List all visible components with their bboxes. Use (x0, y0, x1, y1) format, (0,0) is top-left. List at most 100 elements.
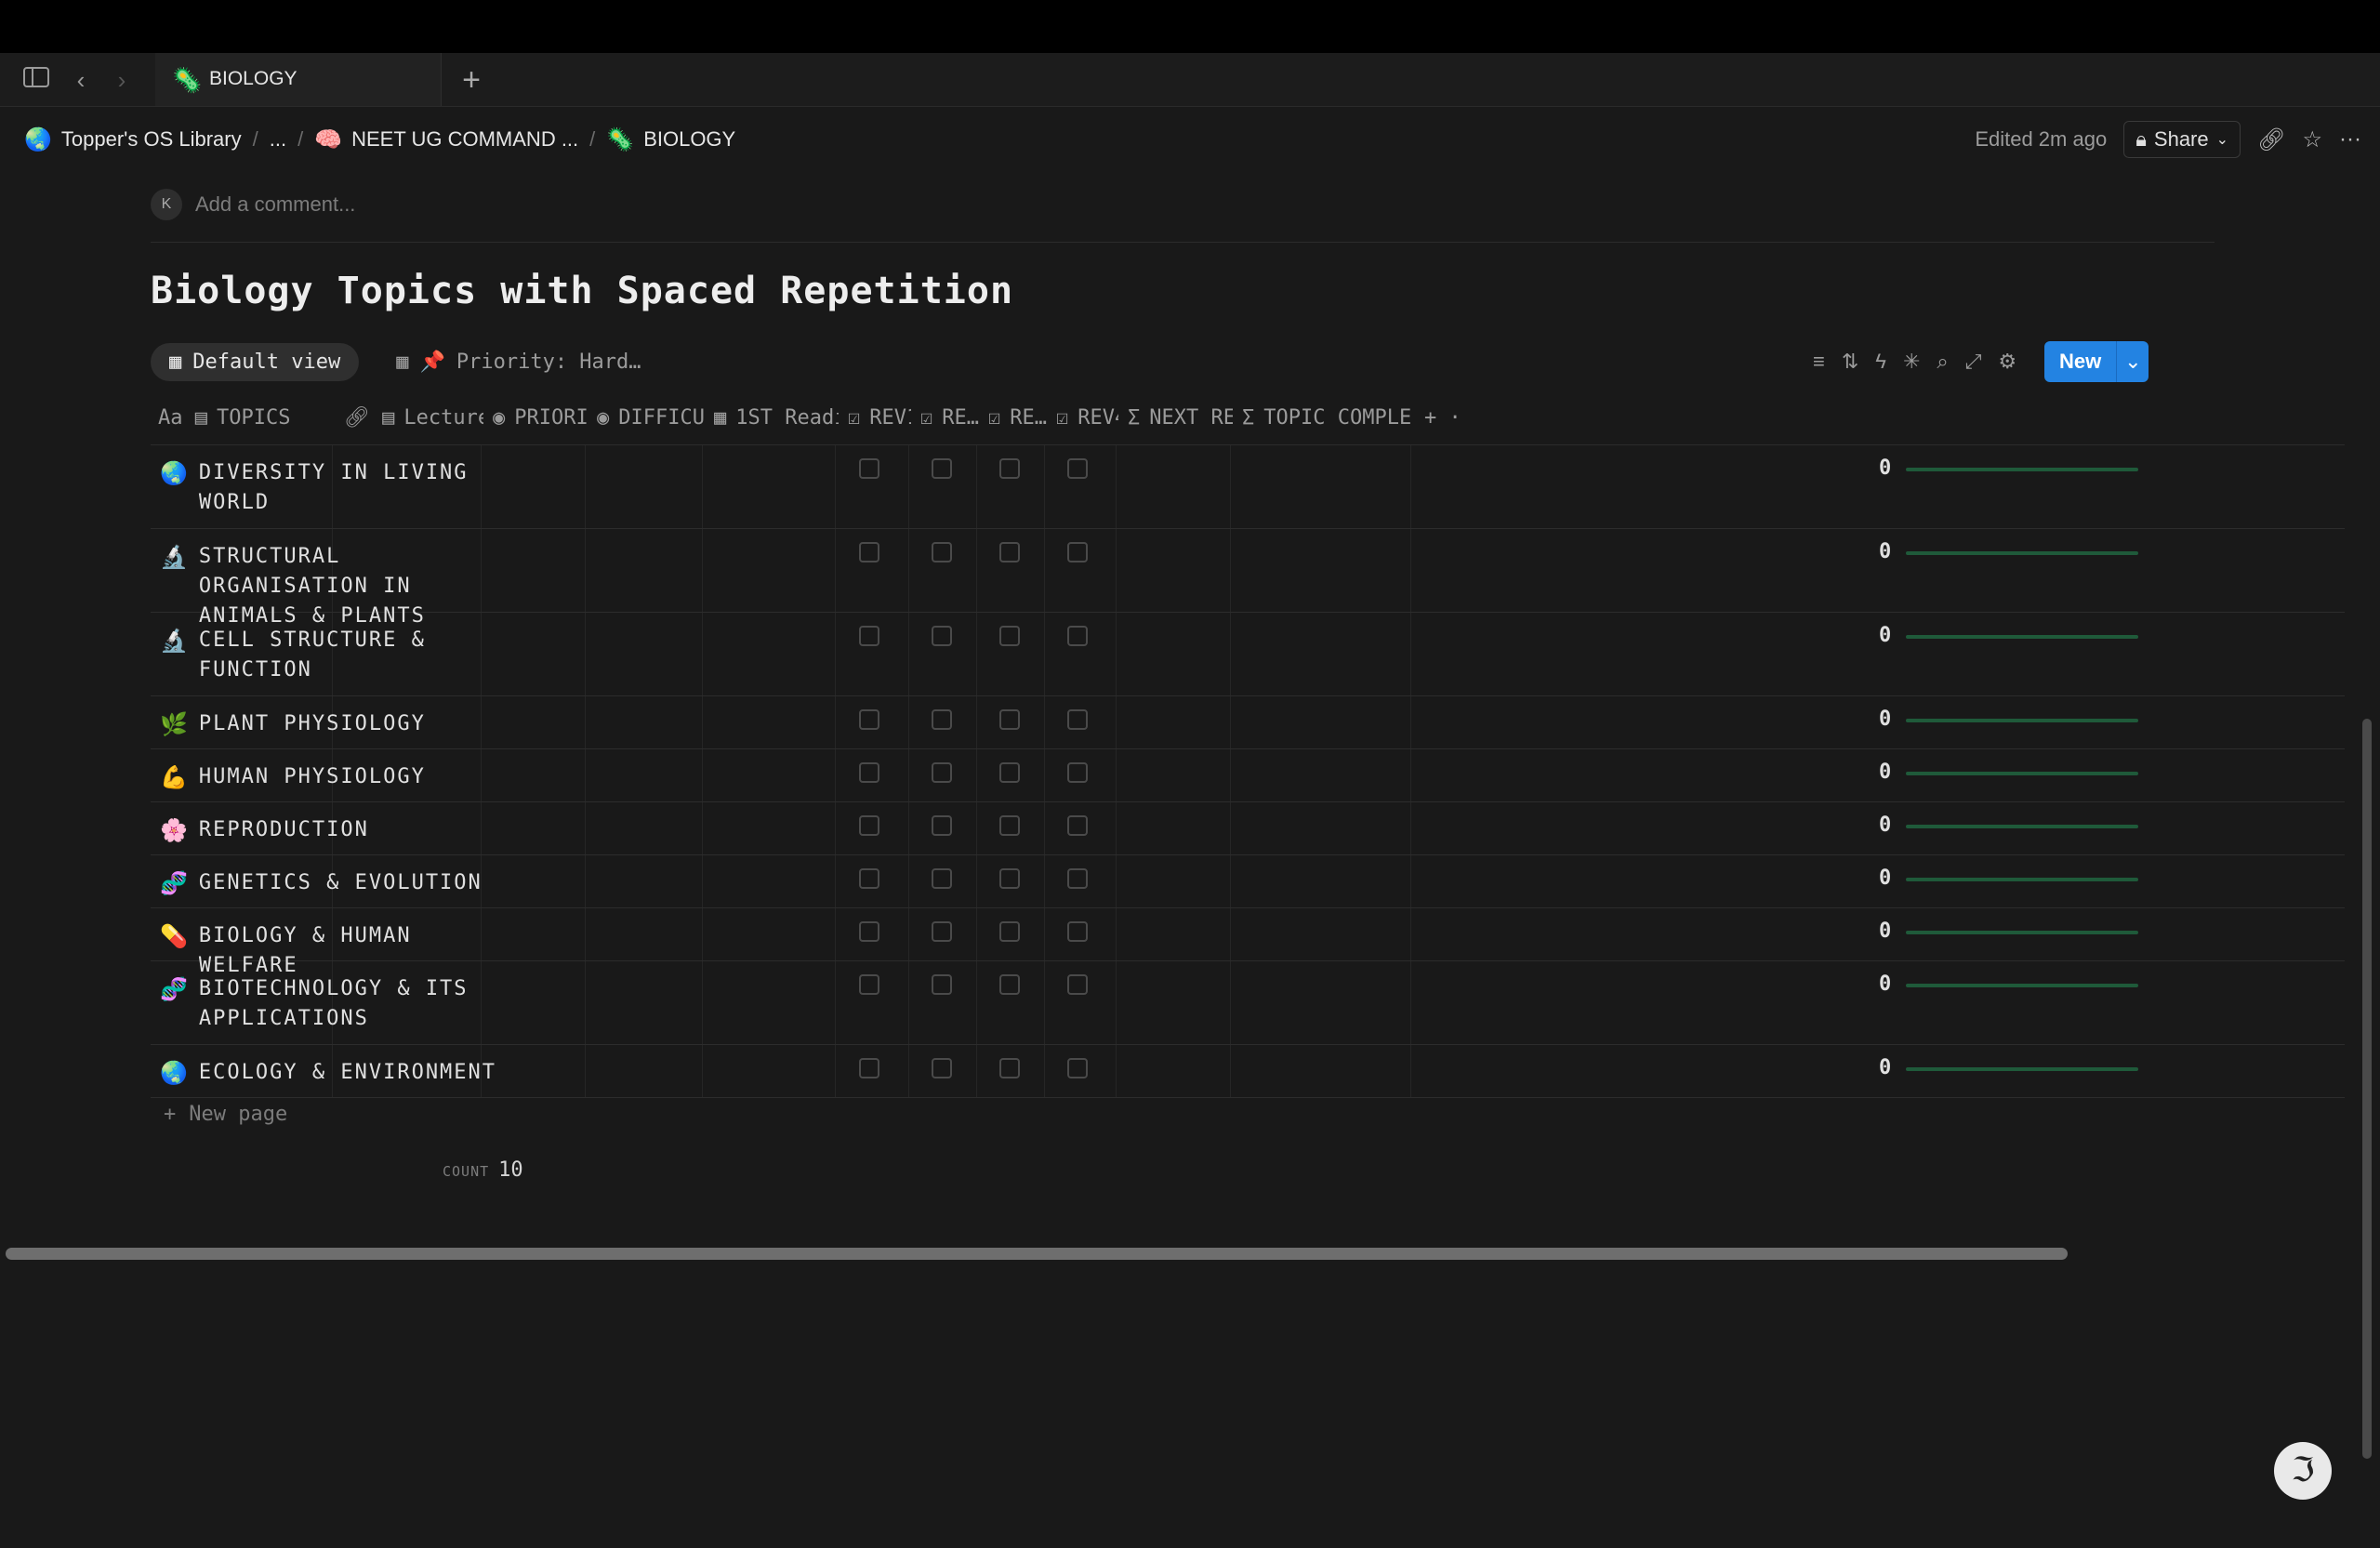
add-column-button[interactable]: + · (1424, 390, 1461, 444)
new-tab-button[interactable]: + (456, 64, 487, 96)
topic-cell[interactable]: 🌿 PLANT PHYSIOLOGY (160, 709, 513, 739)
column-header[interactable]: 🔗︎ ▤ Lecture Li… (344, 390, 483, 444)
share-button[interactable]: 🔒︎ Share ⌄ (2123, 121, 2241, 158)
rev3-checkbox[interactable] (999, 974, 1020, 995)
rev2-checkbox[interactable] (932, 542, 952, 562)
automation-icon[interactable]: ϟ (1875, 350, 1886, 374)
vertical-scrollbar[interactable] (2362, 719, 2372, 1459)
rev3-checkbox[interactable] (999, 921, 1020, 942)
rev1-checkbox[interactable] (859, 815, 879, 836)
rev2-checkbox[interactable] (932, 974, 952, 995)
column-header[interactable]: Σ TOPIC COMPLETION (1242, 390, 1411, 444)
rev2-checkbox[interactable] (932, 1058, 952, 1078)
breadcrumb-item[interactable]: 🧠 NEET UG COMMAND ... (314, 126, 578, 153)
star-icon[interactable]: ☆ (2303, 126, 2323, 153)
filter-icon[interactable]: ≡ (1813, 350, 1825, 374)
count-summary[interactable]: COUNT 10 (443, 1158, 523, 1182)
rev1-checkbox[interactable] (859, 868, 879, 889)
new-page-button[interactable]: + New page (164, 1103, 287, 1126)
sidebar-toggle-icon[interactable] (22, 66, 50, 94)
rev4-checkbox[interactable] (1067, 709, 1088, 730)
rev4-checkbox[interactable] (1067, 458, 1088, 479)
rev4-checkbox[interactable] (1067, 921, 1088, 942)
new-button-label[interactable]: New (2044, 341, 2117, 382)
rev2-checkbox[interactable] (932, 815, 952, 836)
table-row[interactable]: 🧬 GENETICS & EVOLUTION 0 (151, 855, 2345, 908)
rev3-checkbox[interactable] (999, 458, 1020, 479)
rev1-checkbox[interactable] (859, 458, 879, 479)
more-icon[interactable]: ··· (2339, 126, 2361, 152)
topic-cell[interactable]: 🔬 CELL STRUCTURE & FUNCTION (160, 626, 513, 685)
table-row[interactable]: 🧬 BIOTECHNOLOGY & ITS APPLICATIONS 0 (151, 961, 2345, 1045)
rev1-checkbox[interactable] (859, 709, 879, 730)
settings-icon[interactable]: ⚙ (1998, 350, 2016, 374)
topic-cell[interactable]: 🧬 BIOTECHNOLOGY & ITS APPLICATIONS (160, 974, 513, 1034)
breadcrumb-item[interactable]: 🌏 Topper's OS Library (24, 126, 242, 153)
sort-icon[interactable]: ⇅ (1842, 350, 1858, 374)
rev3-checkbox[interactable] (999, 762, 1020, 783)
search-icon[interactable]: ⌕ (1937, 350, 1948, 374)
help-icon[interactable]: ℑ (2274, 1442, 2332, 1500)
rev1-checkbox[interactable] (859, 921, 879, 942)
rev1-checkbox[interactable] (859, 626, 879, 646)
column-header[interactable]: Σ NEXT REV… (1128, 390, 1233, 444)
topic-cell[interactable]: 🌏 DIVERSITY IN LIVING WORLD (160, 458, 513, 518)
column-header[interactable]: ☑ RE… (988, 390, 1047, 444)
comment-bar[interactable]: K Add a comment... (151, 186, 355, 223)
table-row[interactable]: 🌏 DIVERSITY IN LIVING WORLD 0 (151, 445, 2345, 529)
column-header[interactable]: ▦ 1ST Reading (714, 390, 839, 444)
rev4-checkbox[interactable] (1067, 815, 1088, 836)
rev4-checkbox[interactable] (1067, 542, 1088, 562)
topic-cell[interactable]: 🧬 GENETICS & EVOLUTION (160, 868, 513, 898)
expand-icon[interactable]: ⤢ (1965, 350, 1982, 374)
link-icon[interactable]: 🔗︎ (2257, 126, 2285, 153)
table-row[interactable]: 🔬 STRUCTURAL ORGANISATION IN ANIMALS & PL… (151, 529, 2345, 628)
rev4-checkbox[interactable] (1067, 1058, 1088, 1078)
column-header[interactable]: ◉ DIFFICULT… (597, 390, 705, 444)
rev1-checkbox[interactable] (859, 762, 879, 783)
column-header[interactable]: ◉ PRIORITY (493, 390, 588, 444)
table-row[interactable]: 🔬 CELL STRUCTURE & FUNCTION 0 (151, 613, 2345, 696)
table-row[interactable]: 💊 BIOLOGY & HUMAN WELFARE 0 (151, 908, 2345, 977)
rev1-checkbox[interactable] (859, 974, 879, 995)
horizontal-scrollbar[interactable] (6, 1248, 2068, 1260)
column-header[interactable]: ☑ REV4 (1056, 390, 1118, 444)
topic-cell[interactable]: 🌸 REPRODUCTION (160, 815, 513, 845)
breadcrumb-item[interactable]: 🦠 BIOLOGY (606, 126, 735, 153)
table-row[interactable]: 🌿 PLANT PHYSIOLOGY 0 (151, 696, 2345, 749)
column-header[interactable]: ☑ RE… (920, 390, 979, 444)
table-row[interactable]: 🌸 REPRODUCTION 0 (151, 802, 2345, 855)
breadcrumb-item[interactable]: ... (270, 127, 286, 152)
rev4-checkbox[interactable] (1067, 868, 1088, 889)
rev1-checkbox[interactable] (859, 1058, 879, 1078)
rev4-checkbox[interactable] (1067, 762, 1088, 783)
topic-cell[interactable]: 🌏 ECOLOGY & ENVIRONMENT (160, 1058, 513, 1088)
chevron-down-icon[interactable]: ⌄ (2116, 341, 2149, 382)
rev2-checkbox[interactable] (932, 626, 952, 646)
rev2-checkbox[interactable] (932, 458, 952, 479)
rev3-checkbox[interactable] (999, 709, 1020, 730)
rev3-checkbox[interactable] (999, 542, 1020, 562)
rev1-checkbox[interactable] (859, 542, 879, 562)
rev3-checkbox[interactable] (999, 1058, 1020, 1078)
rev2-checkbox[interactable] (932, 921, 952, 942)
tab-biology[interactable]: 🦠 BIOLOGY (155, 53, 442, 106)
rev2-checkbox[interactable] (932, 709, 952, 730)
rev2-checkbox[interactable] (932, 868, 952, 889)
rev2-checkbox[interactable] (932, 762, 952, 783)
ai-icon[interactable]: ✳ (1903, 350, 1920, 374)
column-header[interactable]: Aa ▤ TOPICS (158, 390, 332, 444)
rev4-checkbox[interactable] (1067, 974, 1088, 995)
table-row[interactable]: 🌏 ECOLOGY & ENVIRONMENT 0 (151, 1045, 2345, 1098)
new-button[interactable]: New ⌄ (2044, 341, 2149, 382)
rev3-checkbox[interactable] (999, 626, 1020, 646)
table-row[interactable]: 💪 HUMAN PHYSIOLOGY 0 (151, 749, 2345, 802)
view-default[interactable]: ▦ Default view (151, 342, 360, 381)
view-priority-hard[interactable]: ▦ 📌 Priority: Hard… (377, 343, 659, 381)
rev4-checkbox[interactable] (1067, 626, 1088, 646)
column-header[interactable]: ☑ REV1 (848, 390, 911, 444)
topic-cell[interactable]: 💪 HUMAN PHYSIOLOGY (160, 762, 513, 792)
back-icon[interactable]: ‹ (67, 66, 95, 94)
rev3-checkbox[interactable] (999, 815, 1020, 836)
rev3-checkbox[interactable] (999, 868, 1020, 889)
